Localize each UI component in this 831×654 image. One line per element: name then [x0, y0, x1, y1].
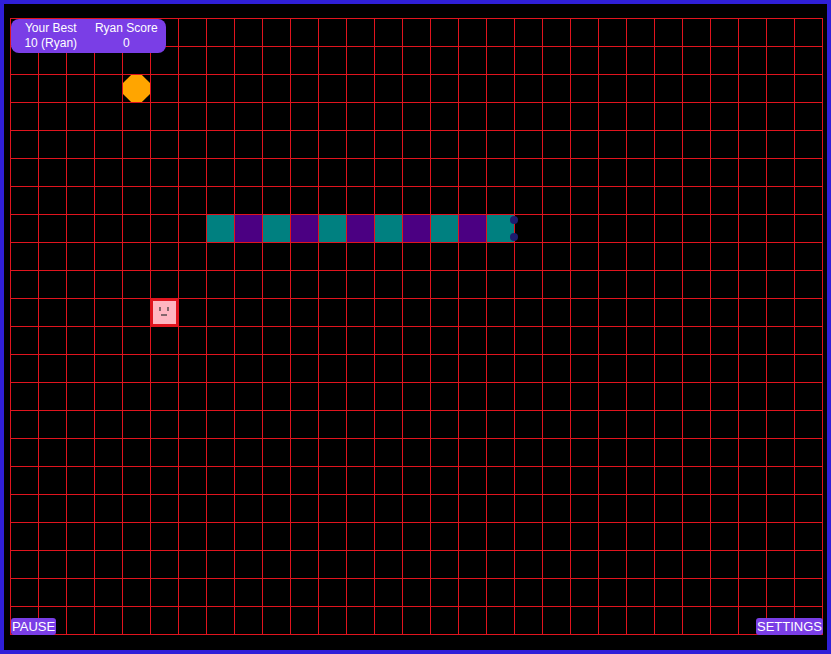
snake-segment — [291, 215, 318, 242]
snake-segment — [459, 215, 486, 242]
game-board: Your Best10 (Ryan)Ryan Score0PAUSESETTIN… — [10, 18, 823, 635]
snake-head — [487, 215, 514, 242]
pause-button[interactable]: PAUSE — [11, 618, 56, 635]
score-value: 0 — [91, 36, 163, 51]
best-score: Your Best10 (Ryan) — [15, 21, 87, 51]
score-label: Your Best — [15, 21, 87, 36]
pink-block — [151, 299, 178, 326]
face-icon — [153, 302, 176, 325]
snake-segment — [431, 215, 458, 242]
score-label: Ryan Score — [91, 21, 163, 36]
snake-segment — [207, 215, 234, 242]
button-bar: PAUSE SETTINGS — [11, 618, 823, 635]
snake-segment — [235, 215, 262, 242]
snake-segment — [347, 215, 374, 242]
snake-segment — [403, 215, 430, 242]
game-frame: Your Best10 (Ryan)Ryan Score0PAUSESETTIN… — [0, 0, 831, 654]
snake-segment — [319, 215, 346, 242]
snake-segment — [375, 215, 402, 242]
eye-icon — [510, 233, 518, 241]
score-panel: Your Best10 (Ryan)Ryan Score0 — [11, 19, 166, 53]
snake-segment — [263, 215, 290, 242]
settings-button[interactable]: SETTINGS — [756, 618, 823, 635]
eye-icon — [510, 216, 518, 224]
current-score: Ryan Score0 — [91, 21, 163, 51]
food — [123, 75, 150, 102]
score-value: 10 (Ryan) — [15, 36, 87, 51]
